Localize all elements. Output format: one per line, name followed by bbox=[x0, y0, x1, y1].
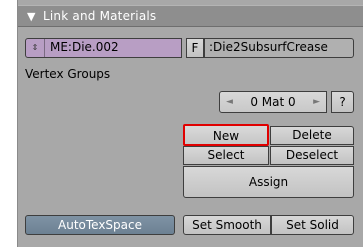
deselect-button[interactable]: Deselect bbox=[270, 146, 354, 165]
vertex-groups-label: Vertex Groups bbox=[25, 67, 111, 81]
object-name-field[interactable]: :Die2SubsurfCrease bbox=[204, 38, 354, 58]
collapse-triangle-icon[interactable]: ▼ bbox=[27, 10, 35, 23]
link-and-materials-panel: ▼ Link and Materials ⇕ ME:Die.002 F :Die… bbox=[17, 0, 363, 247]
fake-user-button[interactable]: F bbox=[186, 38, 204, 58]
material-index-value[interactable]: 0 Mat 0 bbox=[220, 92, 326, 112]
panel-title: Link and Materials bbox=[43, 9, 157, 23]
mesh-datablock-field[interactable]: ⇕ ME:Die.002 bbox=[25, 38, 182, 58]
assign-button[interactable]: Assign bbox=[183, 166, 354, 198]
material-help-button[interactable]: ? bbox=[331, 91, 354, 113]
datablock-browse-icon[interactable]: ⇕ bbox=[26, 39, 45, 57]
delete-button[interactable]: Delete bbox=[270, 126, 354, 145]
set-smooth-button[interactable]: Set Smooth bbox=[183, 215, 271, 235]
new-button[interactable]: New bbox=[183, 124, 269, 146]
panel-header[interactable]: ▼ Link and Materials bbox=[18, 5, 363, 27]
object-name[interactable]: :Die2SubsurfCrease bbox=[209, 40, 328, 54]
mesh-name[interactable]: ME:Die.002 bbox=[50, 40, 119, 54]
set-solid-button[interactable]: Set Solid bbox=[271, 215, 354, 235]
material-index-field[interactable]: ◄ 0 Mat 0 ► bbox=[219, 91, 327, 113]
autotexspace-toggle[interactable]: AutoTexSpace bbox=[25, 215, 175, 235]
select-button[interactable]: Select bbox=[183, 146, 269, 165]
next-material-icon[interactable]: ► bbox=[313, 92, 320, 112]
